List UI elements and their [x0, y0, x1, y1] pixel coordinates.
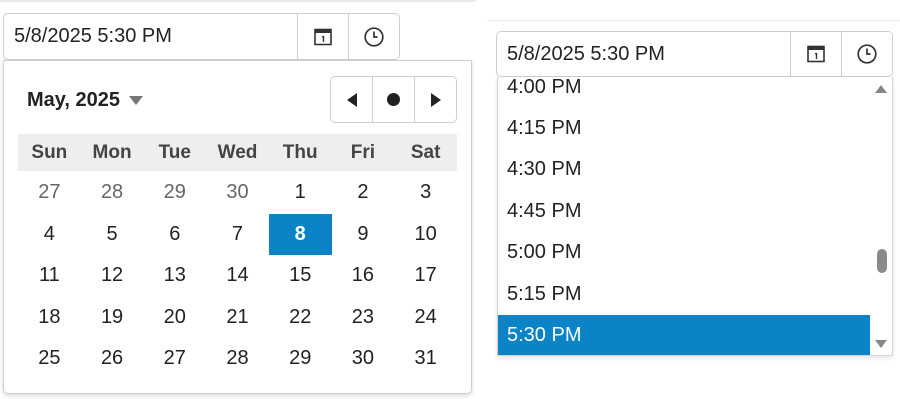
day-cell[interactable]: 28 [81, 172, 144, 214]
weekday-label: Tue [158, 141, 191, 163]
prev-month-button[interactable] [331, 77, 372, 122]
day-cell[interactable]: 25 [18, 338, 81, 380]
weekday-label: Sat [410, 141, 441, 163]
left-clock-button[interactable] [348, 14, 399, 59]
day-grid: 27 28 29 30 1 2 3 4 5 6 7 8 9 10 11 12 1… [18, 172, 457, 380]
weekday-header: Sun Mon Tue Wed Thu Fri Sat [18, 134, 457, 171]
day-cell[interactable]: 23 [332, 297, 395, 339]
clock-icon [364, 26, 384, 47]
day-cell[interactable]: 28 [206, 338, 269, 380]
time-list-scrollbar[interactable] [870, 77, 892, 355]
day-cell[interactable]: 15 [269, 255, 332, 297]
day-cell[interactable]: 30 [332, 338, 395, 380]
time-option[interactable]: 4:45 PM [498, 191, 872, 232]
day-cell[interactable]: 5 [81, 214, 144, 256]
time-option[interactable]: 5:30 PM [498, 315, 872, 355]
day-cell[interactable]: 13 [143, 255, 206, 297]
calendar-popup: May, 2025 Sun Mon Tue Wed Thu Fri Sat 27… [3, 60, 472, 394]
day-cell[interactable]: 24 [394, 297, 457, 339]
day-cell[interactable]: 16 [332, 255, 395, 297]
day-cell[interactable]: 10 [394, 214, 457, 256]
calendar-title-button[interactable]: May, 2025 [27, 89, 144, 112]
day-cell[interactable]: 7 [206, 214, 269, 256]
time-list-popup: 4:00 PM 4:15 PM 4:30 PM 4:45 PM 5:00 PM … [497, 77, 893, 356]
time-option[interactable]: 4:00 PM [498, 77, 872, 108]
time-option[interactable]: 4:30 PM [498, 149, 872, 190]
day-cell[interactable]: 6 [143, 214, 206, 256]
day-cell[interactable]: 4 [18, 214, 81, 256]
day-cell[interactable]: 2 [332, 172, 395, 214]
scroll-up-arrow-icon[interactable] [875, 85, 887, 93]
weekday-label: Thu [282, 141, 318, 163]
left-datetime-input[interactable]: 5/8/2025 5:30 PM [3, 13, 400, 60]
weekday-label: Mon [92, 141, 132, 163]
triangle-right-icon [430, 92, 441, 107]
right-datetime-value[interactable]: 5/8/2025 5:30 PM [497, 32, 790, 76]
top-divider-right [487, 20, 900, 21]
day-cell[interactable]: 9 [332, 214, 395, 256]
weekday-label: Sun [31, 141, 68, 163]
weekday-label: Wed [217, 141, 258, 163]
day-cell[interactable]: 12 [81, 255, 144, 297]
day-cell[interactable]: 14 [206, 255, 269, 297]
day-cell[interactable]: 29 [143, 172, 206, 214]
left-calendar-button[interactable] [297, 14, 348, 59]
day-cell[interactable]: 1 [269, 172, 332, 214]
caret-down-icon [129, 96, 144, 105]
left-datetime-value[interactable]: 5/8/2025 5:30 PM [4, 14, 297, 59]
right-datetime-input[interactable]: 5/8/2025 5:30 PM [496, 31, 893, 77]
calendar-icon [314, 28, 332, 45]
time-option[interactable]: 4:15 PM [498, 108, 872, 149]
calendar-icon [807, 45, 825, 63]
next-month-button[interactable] [414, 77, 456, 122]
right-clock-button[interactable] [841, 32, 892, 76]
day-cell[interactable]: 8 [268, 213, 332, 255]
day-cell[interactable]: 26 [81, 338, 144, 380]
scroll-down-arrow-icon[interactable] [875, 340, 887, 348]
day-cell[interactable]: 30 [206, 172, 269, 214]
weekday-label: Fri [350, 141, 376, 163]
day-cell[interactable]: 21 [206, 297, 269, 339]
day-cell[interactable]: 27 [18, 172, 81, 214]
top-divider [0, 0, 476, 2]
clock-icon [857, 44, 877, 64]
calendar-nav-group [330, 76, 457, 123]
calendar-title: May, 2025 [27, 89, 121, 111]
scrollbar-thumb[interactable] [877, 249, 887, 273]
day-cell[interactable]: 27 [143, 338, 206, 380]
time-option[interactable]: 5:15 PM [498, 274, 872, 315]
today-button[interactable] [372, 77, 414, 122]
right-calendar-button[interactable] [790, 32, 841, 76]
day-cell[interactable]: 17 [394, 255, 457, 297]
day-cell[interactable]: 20 [143, 297, 206, 339]
triangle-left-icon [346, 92, 357, 107]
day-cell[interactable]: 31 [394, 338, 457, 380]
dot-icon [387, 93, 400, 106]
day-cell[interactable]: 18 [18, 297, 81, 339]
time-option[interactable]: 5:00 PM [498, 232, 872, 273]
day-cell[interactable]: 22 [269, 297, 332, 339]
day-cell[interactable]: 11 [18, 255, 81, 297]
day-cell[interactable]: 19 [81, 297, 144, 339]
day-cell[interactable]: 3 [394, 172, 457, 214]
day-cell[interactable]: 29 [269, 338, 332, 380]
